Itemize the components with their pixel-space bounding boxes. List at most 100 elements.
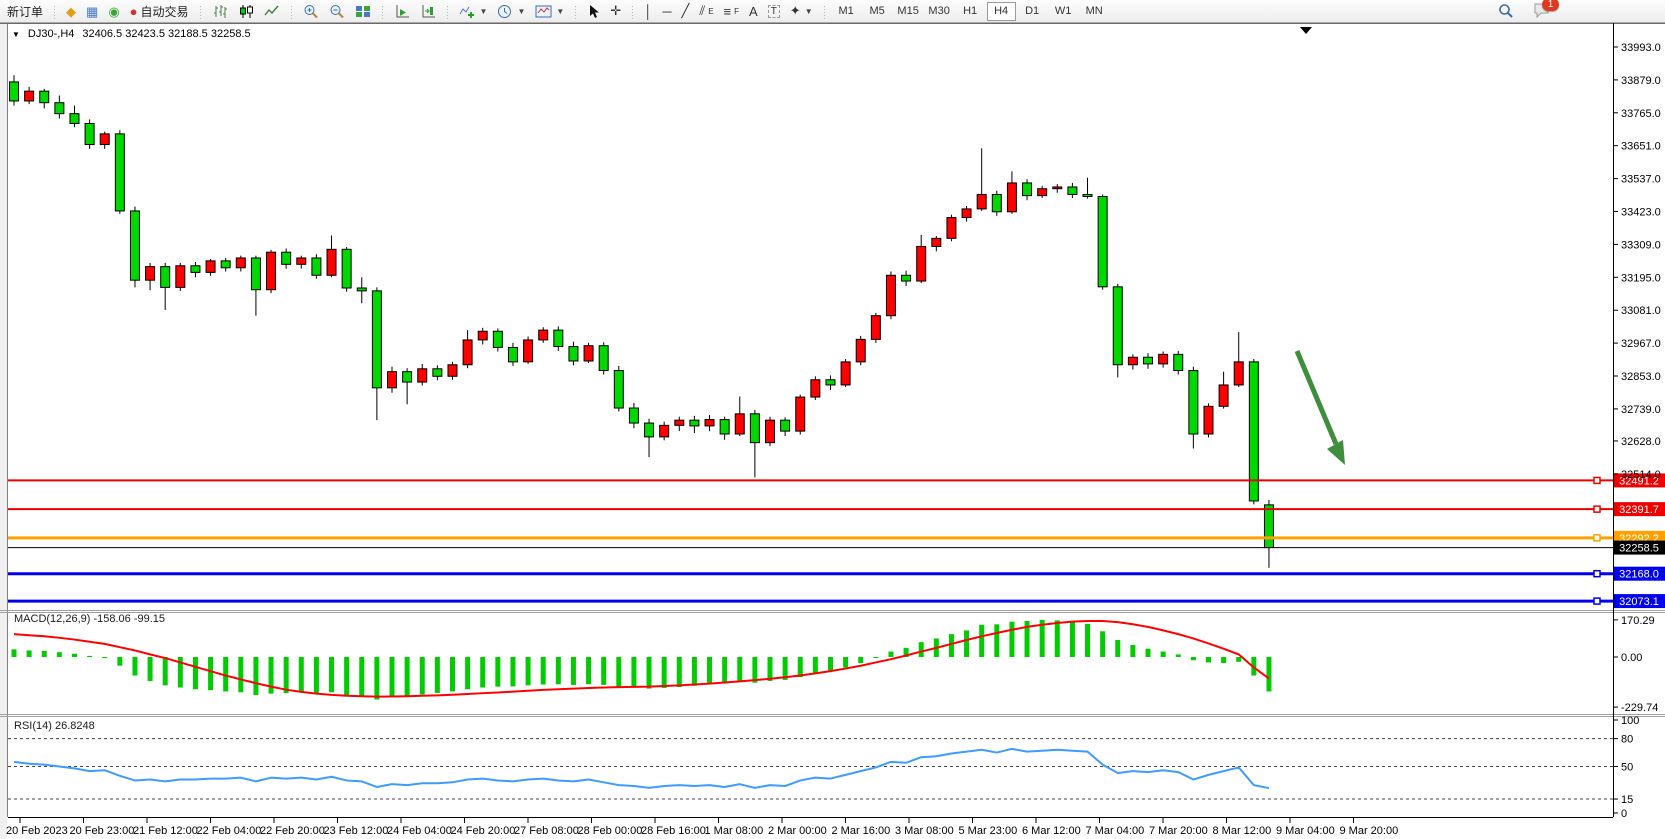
candle [750,414,759,443]
time-tick-label: 2 Mar 00:00 [768,825,827,837]
time-tick-label: 27 Feb 08:00 [514,825,579,837]
chart-expander-icon[interactable]: ▼ [12,30,20,39]
chart-canvas[interactable]: 32491.232391.732292.232258.532168.032073… [0,23,1665,839]
annotation-arrow[interactable] [1297,351,1336,444]
zoom-out-button[interactable] [324,2,350,21]
market-watch-button[interactable]: ▦ [81,2,103,21]
hline-handle[interactable] [1594,598,1600,604]
auto-scroll-button[interactable] [389,2,415,21]
chart-window[interactable]: 32491.232391.732292.232258.532168.032073… [0,23,1665,839]
hline-price-text: 32391.7 [1619,504,1659,516]
candle [629,408,638,423]
macd-histogram-bar [662,657,667,688]
time-tick-label: 3 Mar 08:00 [895,825,954,837]
dropdown-caret: ▼ [805,7,813,16]
candle [478,331,487,340]
signals-button[interactable]: ◉ [103,2,124,21]
timeframe-m5[interactable]: M5 [863,2,892,21]
candle [584,346,593,361]
chart-shift-marker[interactable] [1300,27,1312,34]
add-indicator-button[interactable]: ▼ [454,2,493,21]
timeframe-m15[interactable]: M15 [894,2,923,21]
tile-windows-button[interactable] [350,2,376,21]
candle [811,380,820,397]
candle [1038,189,1047,196]
bar-chart-button[interactable] [207,2,233,21]
line-chart-button[interactable] [259,2,285,21]
vertical-line-tool-button[interactable]: │ [639,2,657,21]
search-button[interactable] [1493,2,1519,21]
candle [886,275,895,315]
macd-histogram-bar [495,657,500,687]
timeframe-bar: M1M5M15M30H1H4D1W1MN [831,2,1110,21]
macd-histogram-bar [949,634,954,657]
trendline-tool-button[interactable]: ╱ [677,2,695,21]
toolbar: 新订单 ◆ ▦ ◉ ● 自动交易 [0,0,1665,23]
macd-histogram-bar [1146,649,1151,657]
timeframe-m1[interactable]: M1 [832,2,861,21]
macd-histogram-bar [435,657,440,693]
time-tick-label: 21 Feb 12:00 [133,825,198,837]
autotrade-button[interactable]: ● 自动交易 [125,2,194,21]
hline-handle[interactable] [1594,571,1600,577]
crosshair-tool-button[interactable]: ✛ [605,2,626,21]
dropdown-caret: ▼ [480,7,488,16]
macd-histogram-bar [722,657,727,684]
new-order-button[interactable]: 新订单 [2,2,48,21]
rsi-line [14,749,1269,788]
candle [720,420,729,434]
macd-histogram-bar [1206,657,1211,662]
price-tick-label: 33765.0 [1621,108,1661,120]
macd-histogram-bar [132,657,137,676]
time-tick-label: 20 Feb 2023 [6,825,68,837]
candle [267,252,276,290]
timeframe-w1[interactable]: W1 [1049,2,1078,21]
candle [85,123,94,144]
templates-button[interactable]: ▼ [530,2,569,21]
macd-histogram-bar [450,657,455,691]
arrows-tool-button[interactable]: ✦▼ [785,2,818,21]
gold-button[interactable]: ◆ [61,2,81,21]
hline-handle[interactable] [1594,506,1600,512]
timeframe-m30[interactable]: M30 [925,2,954,21]
cursor-tool-button[interactable] [582,2,605,21]
candle [10,82,19,101]
time-tick-label: 22 Feb 04:00 [197,825,262,837]
timeframe-d1[interactable]: D1 [1018,2,1047,21]
time-tick-label: 2 Mar 16:00 [832,825,891,837]
macd-histogram-bar [979,625,984,657]
candle [1159,354,1168,364]
price-tick-label: 32739.0 [1621,404,1661,416]
timeframe-h4[interactable]: H4 [987,2,1016,21]
hline-handle[interactable] [1594,535,1600,541]
macd-histogram-bar [117,657,122,666]
timeframe-mn[interactable]: MN [1080,2,1109,21]
macd-histogram-bar [329,657,334,692]
text-label-tool-button[interactable]: T [763,2,785,21]
candle [418,369,427,382]
timeframe-h1[interactable]: H1 [956,2,985,21]
fibonacci-tool-button[interactable]: ≡F [719,2,744,21]
chart-shift-button[interactable] [415,2,441,21]
candle [554,330,563,346]
rsi-label: RSI(14) 26.8248 [14,720,95,732]
text-tool-button[interactable]: A [744,2,763,21]
rsi-axis-label: 80 [1621,734,1633,746]
periods-button[interactable]: ▼ [492,2,530,21]
candle [388,372,397,388]
horizontal-line-tool-button[interactable]: ─ [657,2,676,21]
macd-histogram-bar [1176,654,1181,657]
cursor-icon [587,4,600,19]
chat-button[interactable]: 1 [1533,2,1551,21]
channel-tool-button[interactable]: ⫽E [694,2,718,21]
candle [932,238,941,246]
zoom-in-button[interactable] [298,2,324,21]
candle [100,134,109,145]
hline-handle[interactable] [1594,477,1600,483]
macd-histogram-bar [72,654,77,657]
macd-histogram-bar [798,657,803,677]
candlestick-chart-button[interactable] [233,2,259,21]
macd-histogram-bar [1236,657,1241,662]
candle [524,340,533,362]
time-tick-label: 9 Mar 04:00 [1276,825,1335,837]
